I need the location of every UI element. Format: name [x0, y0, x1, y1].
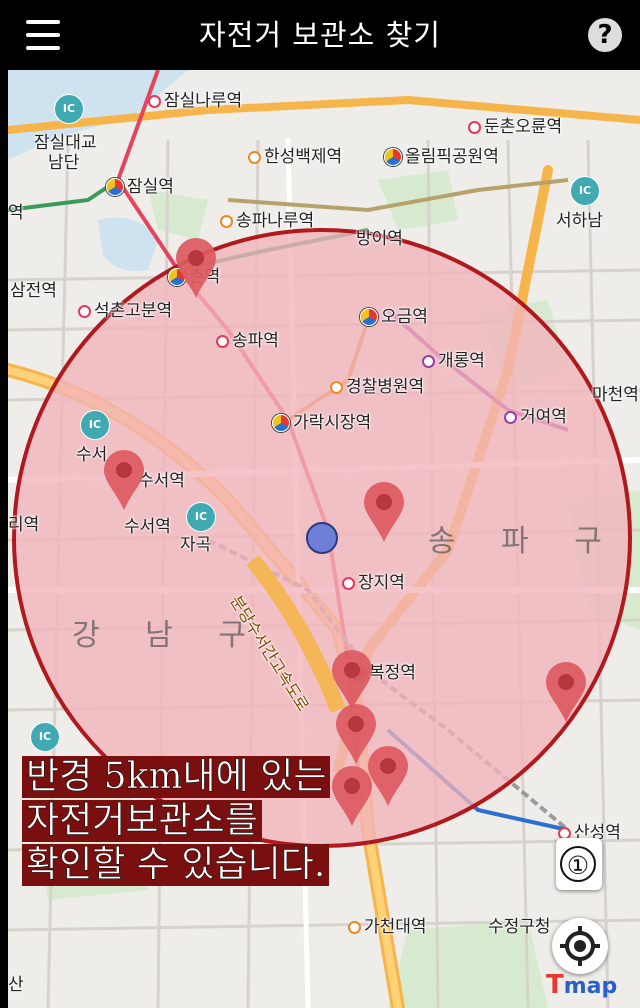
map-label: 산: [8, 975, 24, 995]
map-label: 마천역: [592, 385, 639, 405]
top-bar: 자전거 보관소 찾기 ?: [0, 0, 640, 70]
map-label: 거여역: [504, 402, 567, 427]
map-label: 서하남: [556, 211, 603, 231]
radius-info-text: 반경 5km내에 있는 자전거보관소를 확인할 수 있습니다.: [22, 756, 331, 888]
map-label: 수정구청: [488, 917, 551, 937]
map-label: 방이역: [356, 229, 403, 249]
map-label: 경찰병원역: [330, 372, 424, 397]
map-label: 개롱역: [422, 346, 485, 371]
map-label: 가천대역: [348, 912, 427, 937]
my-location-button[interactable]: [552, 918, 608, 974]
map-label: 장지역: [342, 568, 405, 593]
bike-storage-pin[interactable]: [544, 660, 588, 722]
bike-storage-pin[interactable]: [330, 648, 374, 710]
map-label: 역: [8, 203, 24, 223]
app-screen: 자전거 보관소 찾기 ? 잠실나루역 잠실대교 남단 잠실역 한성백제역 올림픽…: [0, 0, 640, 1008]
map-label: 수서역: [124, 517, 171, 537]
page-title: 자전거 보관소 찾기: [199, 18, 441, 52]
ic-badge: IC: [570, 176, 600, 206]
map-label: 한성백제역: [248, 142, 342, 167]
ic-badge: IC: [186, 502, 216, 532]
left-edge-strip: [0, 0, 8, 1008]
info-line: 자전거보관소를: [22, 800, 262, 842]
map-label: 남단: [48, 153, 80, 173]
map-label: 오금역: [360, 302, 428, 327]
ic-badge: IC: [54, 94, 84, 124]
info-line: 확인할 수 있습니다.: [22, 844, 330, 886]
map-label: 송파나루역: [220, 206, 314, 231]
bike-storage-pin[interactable]: [330, 764, 374, 826]
ic-badge: IC: [30, 722, 60, 752]
count-badge: ①: [560, 846, 596, 882]
bike-storage-pin[interactable]: [102, 448, 146, 510]
help-icon[interactable]: ?: [588, 18, 622, 52]
map-label: 자곡: [180, 535, 212, 555]
bike-storage-pin[interactable]: [174, 236, 218, 298]
map-label: 송파역: [216, 326, 279, 351]
map-label: 올림픽공원역: [384, 142, 499, 167]
map-label: 잠실역: [106, 172, 174, 197]
map-label: 잠실나루역: [148, 86, 242, 111]
map-label: 삼전역: [10, 281, 57, 301]
current-location-marker: [306, 522, 338, 554]
map-label: 둔촌오륜역: [468, 112, 562, 137]
ic-badge: IC: [80, 410, 110, 440]
crosshair-icon: [560, 926, 600, 966]
result-count-button[interactable]: ①: [556, 838, 602, 890]
district-label: 송 파 구: [428, 524, 620, 559]
map-label: 리역: [8, 515, 40, 535]
map-label: 석촌고분역: [78, 296, 172, 321]
info-line: 반경 5km내에 있는: [22, 756, 331, 798]
bike-storage-pin[interactable]: [362, 480, 406, 542]
tmap-logo: Tmap: [546, 970, 618, 1000]
map-label: 가락시장역: [272, 408, 371, 433]
